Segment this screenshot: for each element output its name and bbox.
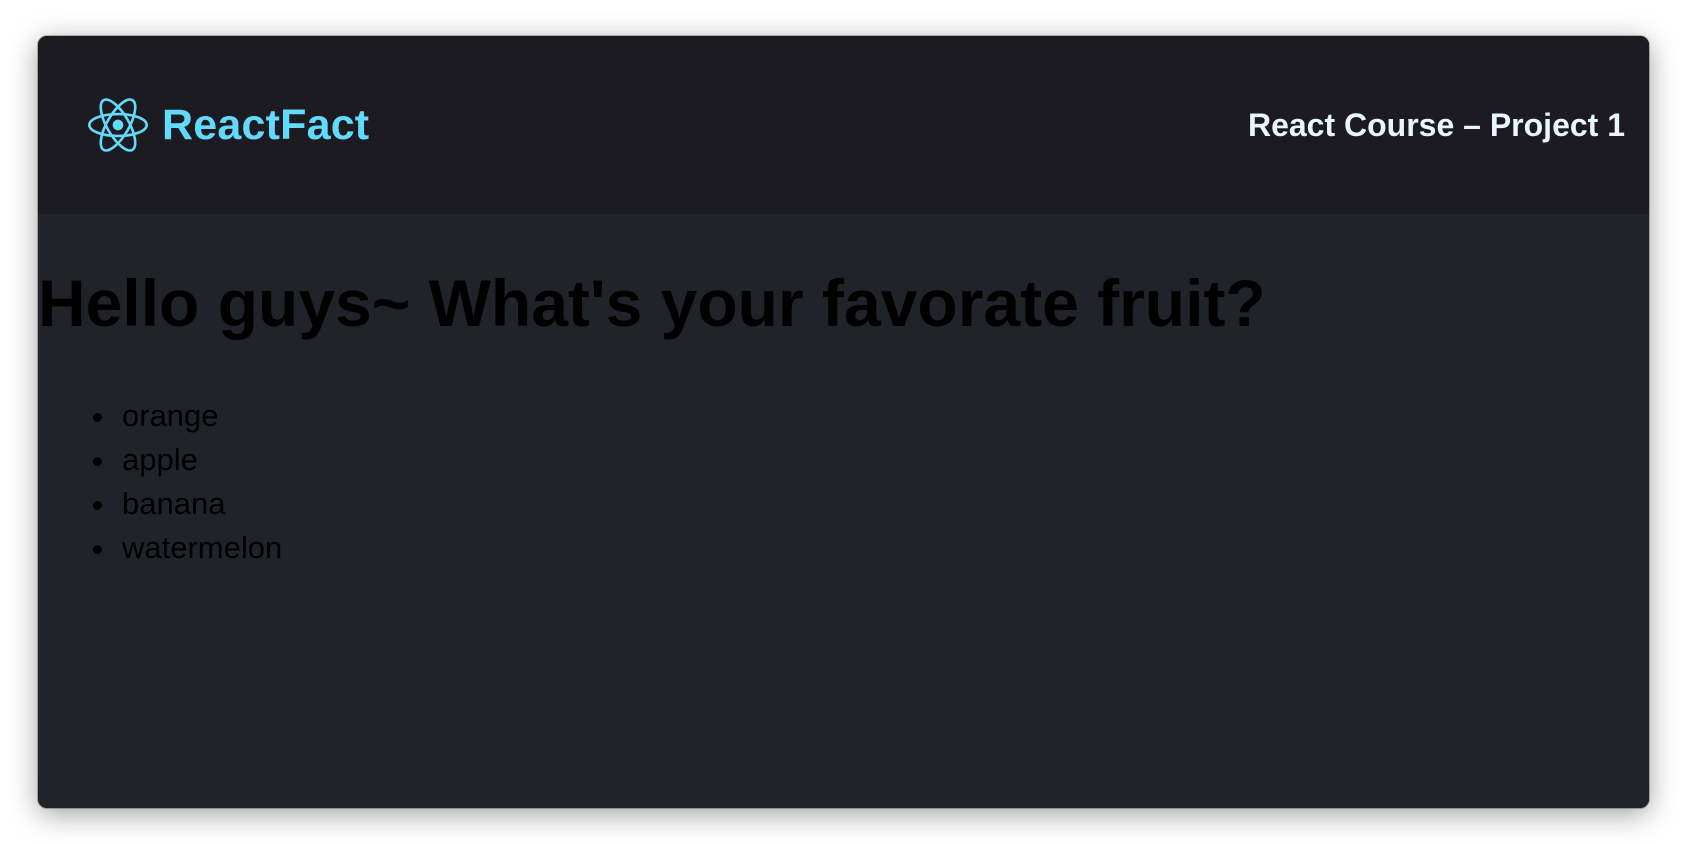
list-item-apple: apple [118,438,1649,482]
app-window: ReactFact React Course – Project 1 Hello… [38,36,1649,808]
main-content: Hello guys~ What's your favorate fruit? … [38,214,1649,808]
list-item-watermelon: watermelon [118,526,1649,570]
list-item-orange: orange [118,394,1649,438]
brand[interactable]: ReactFact [88,95,369,155]
brand-name: ReactFact [162,100,370,149]
course-title: React Course – Project 1 [1247,106,1625,143]
list-item-banana: banana [118,482,1649,526]
fruit-list: orange apple banana watermelon [38,394,1649,570]
react-atom-icon [88,98,148,152]
navbar: ReactFact React Course – Project 1 [38,36,1649,214]
page-title: Hello guys~ What's your favorate fruit? [38,266,1266,340]
